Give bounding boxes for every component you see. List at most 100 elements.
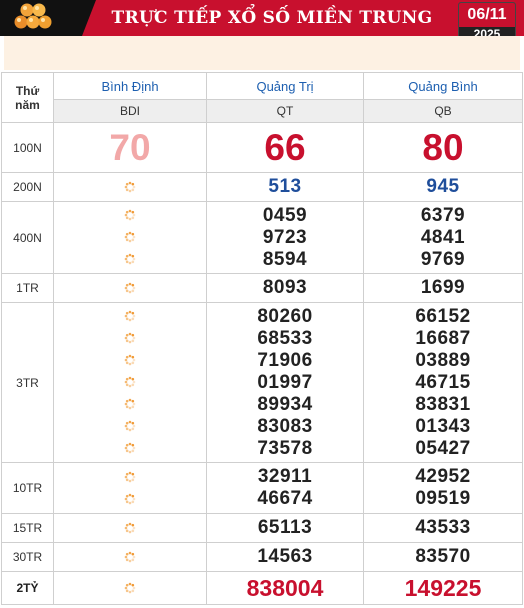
prize-cell: 70	[53, 122, 207, 173]
prize-label: 15TR	[1, 513, 54, 543]
prize-number: 65113	[257, 517, 313, 538]
prize-cell: 83570	[363, 542, 523, 572]
prize-number: 42952	[415, 466, 471, 487]
spinner-icon	[124, 282, 136, 294]
prize-label: 400N	[1, 201, 54, 274]
loading-indicator	[54, 176, 206, 198]
prize-number: 83831	[415, 393, 471, 415]
prize-number: 32911	[257, 466, 313, 487]
spinner-icon	[124, 471, 136, 483]
day-label-line2: năm	[15, 97, 40, 112]
prize-cell	[53, 302, 207, 463]
loading-indicator	[54, 227, 206, 249]
prize-cell: 43533	[363, 513, 523, 543]
loading-indicator	[54, 306, 206, 328]
prize-number: 14563	[257, 546, 313, 567]
prize-cell: 1699	[363, 273, 523, 303]
prize-row: 2TỶ 838004 149225	[1, 571, 523, 605]
loading-indicator	[54, 205, 206, 227]
prize-number: 80260	[257, 305, 313, 327]
prize-number: 9769	[420, 248, 466, 270]
loading-indicator	[54, 277, 206, 299]
spinner-icon	[124, 522, 136, 534]
prize-cell	[53, 172, 207, 202]
prize-number: 8093	[262, 277, 308, 298]
prize-cell: 14563	[206, 542, 364, 572]
loading-indicator	[54, 577, 206, 599]
prize-number: 4841	[420, 226, 466, 248]
loading-indicator	[54, 466, 206, 488]
prize-number: 46715	[415, 371, 471, 393]
prize-number: 03889	[415, 349, 471, 371]
province-name[interactable]: Quảng Trị	[206, 72, 364, 100]
prize-row: 15TR 65113 43533	[1, 513, 523, 543]
date-badge: 06/11 2025	[458, 2, 516, 36]
spinner-icon	[124, 231, 136, 243]
prize-cell: 8093	[206, 273, 364, 303]
prize-row: 1TR 8093 1699	[1, 273, 523, 303]
spinner-icon	[124, 398, 136, 410]
prize-number: 838004	[246, 574, 324, 601]
prize-number: 1699	[420, 277, 466, 298]
prize-cell: 32911 46674	[206, 462, 364, 514]
spinner-icon	[124, 551, 136, 563]
prize-cell: 80	[363, 122, 523, 173]
spinner-icon	[124, 420, 136, 432]
prize-cell	[53, 273, 207, 303]
logo	[0, 0, 96, 36]
day-label-line1: Thứ	[15, 83, 40, 98]
prize-number: 66152	[415, 305, 471, 327]
prize-number: 8594	[262, 248, 308, 270]
prize-label: 10TR	[1, 462, 54, 514]
prize-number: 73578	[257, 437, 313, 459]
lottery-balls-icon	[14, 3, 52, 29]
prize-number: 01997	[257, 371, 313, 393]
prize-row: 100N 70 66 80	[1, 122, 523, 173]
date-year: 2025	[473, 27, 501, 36]
spinner-icon	[124, 209, 136, 221]
spinner-icon	[124, 310, 136, 322]
prize-number: 149225	[404, 574, 482, 601]
province-code: QB	[363, 99, 523, 123]
prize-cell: 80260 68533 71906 01997 89934 83083 73578	[206, 302, 364, 463]
prize-cell: 66	[206, 122, 364, 173]
province-code: BDI	[53, 99, 207, 123]
prize-number: 71906	[257, 349, 313, 371]
prize-row: 30TR 14563 83570	[1, 542, 523, 572]
page-title: TRỰC TIẾP XỔ SỐ MIỀN TRUNG	[111, 8, 433, 28]
province-code-row: BDI QT QB	[2, 99, 523, 123]
prize-number: 16687	[415, 327, 471, 349]
prize-cell	[53, 542, 207, 572]
header-bar: TRỰC TIẾP XỔ SỐ MIỀN TRUNG 06/11 2025	[0, 0, 524, 36]
spinner-icon	[124, 582, 136, 594]
prize-number: 05427	[415, 437, 471, 459]
prize-number: 68533	[257, 327, 313, 349]
loading-indicator	[54, 416, 206, 438]
loading-indicator	[54, 328, 206, 350]
province-name[interactable]: Bình Định	[53, 72, 207, 100]
prize-number: 70	[109, 126, 151, 168]
prize-cell: 42952 09519	[363, 462, 523, 514]
spinner-icon	[124, 442, 136, 454]
prize-number: 09519	[415, 488, 471, 509]
date-day: 06/11	[459, 3, 515, 27]
prize-cell: 0459 9723 8594	[206, 201, 364, 274]
prize-number: 9723	[262, 226, 308, 248]
prize-cell	[53, 201, 207, 274]
spinner-icon	[124, 493, 136, 505]
prize-number: 945	[426, 176, 460, 197]
prize-number: 43533	[415, 517, 471, 538]
prize-row: 3TR 80260 68533 71906 01997 89934 83083 73578 66…	[1, 302, 523, 463]
spinner-icon	[124, 354, 136, 366]
prize-cell: 513	[206, 172, 364, 202]
province-name[interactable]: Quảng Bình	[363, 72, 523, 100]
spinner-icon	[124, 376, 136, 388]
prize-number: 0459	[262, 204, 308, 226]
prize-number: 80	[422, 126, 464, 168]
province-code: QT	[206, 99, 364, 123]
prize-label: 100N	[1, 122, 54, 173]
prize-row: 400N 0459 9723 8594 6379 4841 9769	[1, 201, 523, 274]
prize-cell: 945	[363, 172, 523, 202]
loading-indicator	[54, 488, 206, 510]
prize-cell: 838004	[206, 571, 364, 605]
